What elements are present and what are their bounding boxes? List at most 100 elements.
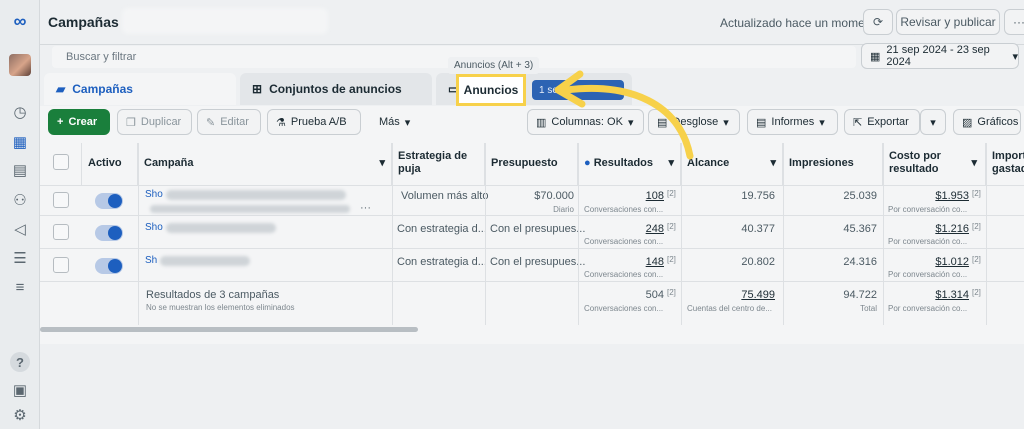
header-active[interactable]: Activo (82, 143, 138, 185)
results-sub: Conversaciones con... (584, 270, 664, 279)
export-options-dropdown[interactable]: ▾ (920, 109, 946, 135)
footnote: [2] (972, 189, 981, 198)
calendar-icon: ▦ (870, 50, 881, 63)
totals-reach[interactable]: 75.499 (681, 289, 775, 301)
refresh-icon: ⟳ (872, 15, 884, 29)
folder-icon: ▰ (56, 82, 66, 96)
row-checkbox[interactable] (53, 192, 69, 208)
duplicate-icon: ❐ (126, 116, 136, 129)
refresh-button[interactable]: ⟳ (863, 9, 893, 35)
totals-reach-sub: Cuentas del centro de... (687, 304, 772, 313)
tab-ads[interactable]: Anuncios (456, 74, 526, 106)
catalog-icon[interactable]: ☰ (10, 248, 30, 268)
top-bar: Campañas Actualizado hace un momento ⟳ R… (40, 0, 1024, 45)
edit-button[interactable]: ✎ Editar (197, 109, 261, 135)
header-cost-per-result[interactable]: Costo por resultado ▾ (883, 143, 986, 185)
reach-value: 20.802 (741, 256, 775, 268)
tab-ad-sets[interactable]: ⊞ Conjuntos de anuncios (240, 73, 432, 105)
divider (783, 143, 784, 325)
pages-icon[interactable]: ▤ (10, 160, 30, 180)
row-checkbox[interactable] (53, 257, 69, 273)
bid-strategy: Volumen más alto (401, 190, 489, 202)
cost-value[interactable]: $1.953 (883, 190, 969, 202)
help-icon[interactable]: ? (10, 352, 30, 372)
cost-value[interactable]: $1.012 (883, 256, 969, 268)
totals-cost[interactable]: $1.314 (883, 289, 969, 301)
duplicate-button[interactable]: ❐ Duplicar (117, 109, 192, 135)
campaign-toggle[interactable] (95, 225, 123, 241)
budget: Con el presupues... (490, 223, 586, 235)
footnote: [2] (972, 255, 981, 264)
header-campaign[interactable]: Campaña ▾ (138, 143, 392, 185)
date-range-picker[interactable]: ▦ 21 sep 2024 - 23 sep 2024 ▾ (861, 43, 1019, 69)
horizontal-scrollbar[interactable] (40, 327, 418, 332)
notifications-icon[interactable]: ▣ (10, 380, 30, 400)
reports-dropdown[interactable]: ▤ Informes ▾ (747, 109, 838, 135)
audiences-icon[interactable]: ⚇ (10, 190, 30, 210)
results-value[interactable]: 108 (580, 190, 664, 202)
divider (40, 248, 1024, 249)
header-cost-label: Costo por resultado (889, 150, 941, 175)
campaigns-table-icon[interactable]: ▦ (10, 132, 30, 152)
divider (883, 143, 884, 325)
divider (40, 281, 1024, 282)
campaign-toggle[interactable] (95, 193, 123, 209)
footnote: [2] (972, 222, 981, 231)
dashboard-gauge-icon[interactable]: ◷ (10, 102, 30, 122)
row-checkbox[interactable] (53, 224, 69, 240)
create-button[interactable]: + Crear (48, 109, 110, 135)
totals-sub: No se muestran los elementos eliminados (146, 303, 295, 312)
menu-icon[interactable]: ≡ (10, 277, 30, 297)
footnote: [2] (667, 222, 676, 231)
header-amount-spent[interactable]: Import gastad (986, 143, 1024, 185)
caret-down-icon: ▾ (971, 157, 977, 169)
totals-results-sub: Conversaciones con... (584, 304, 664, 313)
avatar[interactable] (9, 54, 31, 76)
charts-button[interactable]: ▨ Gráficos (953, 109, 1021, 135)
flask-icon: ⚗ (276, 116, 286, 129)
campaign-name-link[interactable]: Sho (145, 189, 163, 200)
divider (392, 143, 393, 325)
row-more-icon[interactable]: ··· (360, 202, 371, 214)
campaign-name-link[interactable]: Sh (145, 255, 157, 266)
megaphone-icon[interactable]: ◁ (10, 219, 30, 239)
export-icon: ⇱ (853, 116, 863, 129)
budget: Con el presupues... (490, 256, 586, 268)
cost-sub: Por conversación co... (888, 237, 968, 246)
footnote: [2] (667, 288, 676, 297)
caret-down-icon: ▾ (723, 116, 729, 129)
caret-down-icon: ▾ (819, 116, 825, 129)
account-selector[interactable] (122, 8, 328, 34)
header-bid-strategy[interactable]: Estrategia de puja (392, 143, 485, 185)
campaign-name-redacted (166, 223, 276, 233)
budget-sub: Diario (553, 205, 574, 214)
header-impressions[interactable]: Impresiones (783, 143, 883, 185)
cost-value[interactable]: $1.216 (883, 223, 969, 235)
more-options-button[interactable]: ··· (1004, 9, 1024, 35)
export-button[interactable]: ⇱ Exportar (844, 109, 920, 135)
results-sub: Conversaciones con... (584, 237, 664, 246)
meta-logo-icon[interactable]: ∞ (10, 11, 30, 31)
campaign-toggle[interactable] (95, 258, 123, 274)
ab-test-button[interactable]: ⚗ Prueba A/B (267, 109, 361, 135)
settings-gear-icon[interactable]: ⚙ (10, 405, 30, 425)
impressions-value: 25.039 (843, 190, 877, 202)
updated-status: Actualizado hace un momento (720, 16, 882, 30)
results-value[interactable]: 148 (580, 256, 664, 268)
page-title: Campañas (48, 14, 119, 30)
chevron-down-icon: ▾ (1012, 50, 1018, 63)
left-navigation-rail: ∞ ◷ ▦ ▤ ⚇ ◁ ☰ ≡ ? ▣ ⚙ (0, 0, 40, 429)
review-publish-button[interactable]: Revisar y publicar (896, 9, 1000, 35)
select-all-checkbox[interactable] (53, 154, 69, 170)
grid-icon: ⊞ (252, 82, 263, 96)
divider (138, 143, 139, 325)
tab-campaigns[interactable]: ▰ Campañas (44, 73, 236, 105)
budget: $70.000 (534, 190, 574, 202)
more-dropdown[interactable]: Más ▾ (371, 109, 425, 135)
reports-label: Informes (771, 116, 815, 128)
divider (986, 143, 987, 325)
create-label: Crear (68, 116, 98, 128)
campaign-name-link[interactable]: Sho (145, 222, 163, 233)
reach-value: 19.756 (741, 190, 775, 202)
results-value[interactable]: 248 (580, 223, 664, 235)
